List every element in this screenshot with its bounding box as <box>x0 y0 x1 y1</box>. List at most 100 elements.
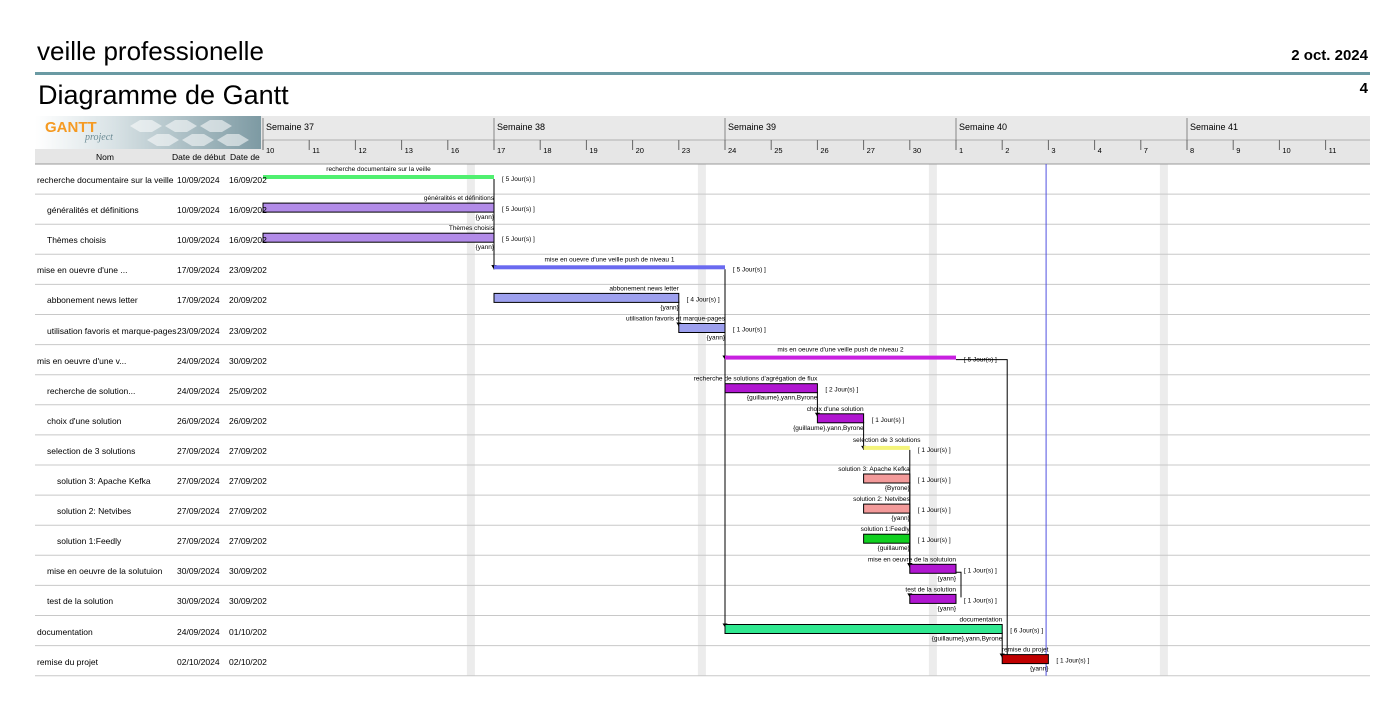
column-header-name: Nom <box>96 152 114 162</box>
task-bar <box>678 323 726 333</box>
weekend-shade <box>1159 164 1168 676</box>
bar-duration: [ 1 Jour(s) ] <box>872 417 905 424</box>
dependency-arrow <box>956 571 962 598</box>
task-name: mis en oeuvre d'une v... <box>37 355 127 366</box>
bar-resources: {yann} <box>476 214 495 221</box>
bar-label: utilisation favoris et marque-pages <box>626 316 726 323</box>
task-end: 27/09/202 <box>229 476 267 486</box>
task-name: remise du projet <box>37 656 98 667</box>
task-start: 02/10/2024 <box>177 656 220 667</box>
bar-label: recherche documentaire sur la veille <box>326 166 431 173</box>
task-bar <box>863 503 911 514</box>
day-label: 16 <box>451 146 459 155</box>
task-name: mise en oeuvre de la solutuion <box>47 566 163 577</box>
bar-duration: [ 5 Jour(s) ] <box>502 236 535 243</box>
day-label: 8 <box>1190 146 1194 155</box>
day-label: 4 <box>1098 146 1102 155</box>
task-end: 02/10/202 <box>229 656 267 667</box>
task-name: Thèmes choisis <box>47 235 107 246</box>
task-end: 01/10/202 <box>229 626 267 637</box>
bar-label: solution 1:Feedly <box>861 526 911 533</box>
day-label: 20 <box>636 146 644 155</box>
bar-label: généralités et définitions <box>424 195 495 202</box>
task-start: 30/09/2024 <box>177 566 220 577</box>
task-start: 10/09/2024 <box>177 235 220 246</box>
task-name: solution 1:Feedly <box>57 536 122 547</box>
task-bar <box>1001 654 1049 665</box>
task-bar <box>863 533 911 544</box>
day-label: 10 <box>1282 146 1290 155</box>
day-label: 23 <box>682 146 690 155</box>
bar-duration: [ 5 Jour(s) ] <box>964 357 997 364</box>
weekend-shade <box>697 164 706 676</box>
day-label: 7 <box>1144 146 1148 155</box>
bar-resources: {yann} <box>660 304 679 311</box>
task-name: utilisation favoris et marque-pages <box>47 325 177 336</box>
week-label: Semaine 37 <box>266 122 314 132</box>
task-end: 16/09/202 <box>229 235 267 246</box>
task-start: 24/09/2024 <box>177 355 220 366</box>
bar-duration: [ 1 Jour(s) ] <box>918 477 951 484</box>
day-label: 13 <box>405 146 413 155</box>
bar-label: mis en oeuvre d'une veille push de nivea… <box>777 347 904 354</box>
bar-resources: {yann} <box>891 515 910 522</box>
logo-sub-text: project <box>85 132 113 143</box>
bar-resources: {guillaume},yann,Byrone <box>793 425 864 432</box>
bar-duration: [ 5 Jour(s) ] <box>502 176 535 183</box>
task-name: solution 3: Apache Kefka <box>57 476 151 486</box>
task-start: 10/09/2024 <box>177 175 220 185</box>
task-bar <box>863 473 911 484</box>
task-end: 30/09/202 <box>229 566 267 577</box>
task-start: 24/09/2024 <box>177 385 220 396</box>
summary-bar <box>725 355 956 360</box>
task-end: 20/09/202 <box>229 295 267 306</box>
task-name: recherche de solution... <box>47 385 136 396</box>
task-end: 27/09/202 <box>229 445 267 456</box>
summary-bar <box>263 175 494 179</box>
task-start: 24/09/2024 <box>177 626 220 637</box>
bar-resources: {yann} <box>476 244 495 251</box>
task-name: généralités et définitions <box>47 205 139 216</box>
task-name: documentation <box>37 626 93 637</box>
day-label: 2 <box>1005 146 1009 155</box>
bar-label: solution 3: Apache Kefka <box>838 466 910 473</box>
task-name: selection de 3 solutions <box>47 445 136 456</box>
day-label: 12 <box>358 146 366 155</box>
task-end: 25/09/202 <box>229 385 267 396</box>
summary-bar <box>863 445 910 450</box>
task-end: 27/09/202 <box>229 536 267 547</box>
day-label: 3 <box>1051 146 1055 155</box>
week-label: Semaine 41 <box>1190 122 1238 132</box>
bar-duration: [ 1 Jour(s) ] <box>964 567 997 574</box>
bar-duration: [ 2 Jour(s) ] <box>825 387 858 394</box>
bar-label: mise en oeuvre de la solutuion <box>868 556 957 563</box>
task-start: 26/09/2024 <box>177 415 220 426</box>
bar-label: remise du projet <box>1002 647 1049 654</box>
day-label: 10 <box>266 146 274 155</box>
task-name: recherche documentaire sur la veille <box>37 175 174 185</box>
task-name: test de la solution <box>47 596 114 607</box>
task-name: abbonement news letter <box>47 295 138 306</box>
bar-label: test de la solution <box>905 586 956 593</box>
task-end: 30/09/202 <box>229 596 267 607</box>
bar-duration: [ 4 Jour(s) ] <box>687 296 720 303</box>
day-label: 9 <box>1236 146 1240 155</box>
task-name: choix d'une solution <box>47 415 122 426</box>
task-bar <box>262 202 495 213</box>
day-label: 18 <box>543 146 551 155</box>
task-end: 30/09/202 <box>229 355 267 366</box>
ganttproject-logo: GANTT project <box>35 116 261 149</box>
summary-bar <box>494 265 725 270</box>
task-name: mise en ouevre d'une ... <box>37 265 128 276</box>
bar-duration: [ 1 Jour(s) ] <box>918 447 951 454</box>
bar-duration: [ 6 Jour(s) ] <box>1010 628 1043 635</box>
day-label: 11 <box>1329 146 1337 155</box>
bar-duration: [ 1 Jour(s) ] <box>918 507 951 514</box>
task-start: 17/09/2024 <box>177 265 220 276</box>
bar-label: mise en ouevre d'une veille push de nive… <box>545 256 675 263</box>
task-start: 23/09/2024 <box>177 325 220 336</box>
gantt-report-page: veille professionelle 2 oct. 2024 4 Diag… <box>0 0 1398 715</box>
task-bar <box>724 624 1003 634</box>
task-end: 26/09/202 <box>229 415 267 426</box>
task-bar <box>724 383 818 394</box>
